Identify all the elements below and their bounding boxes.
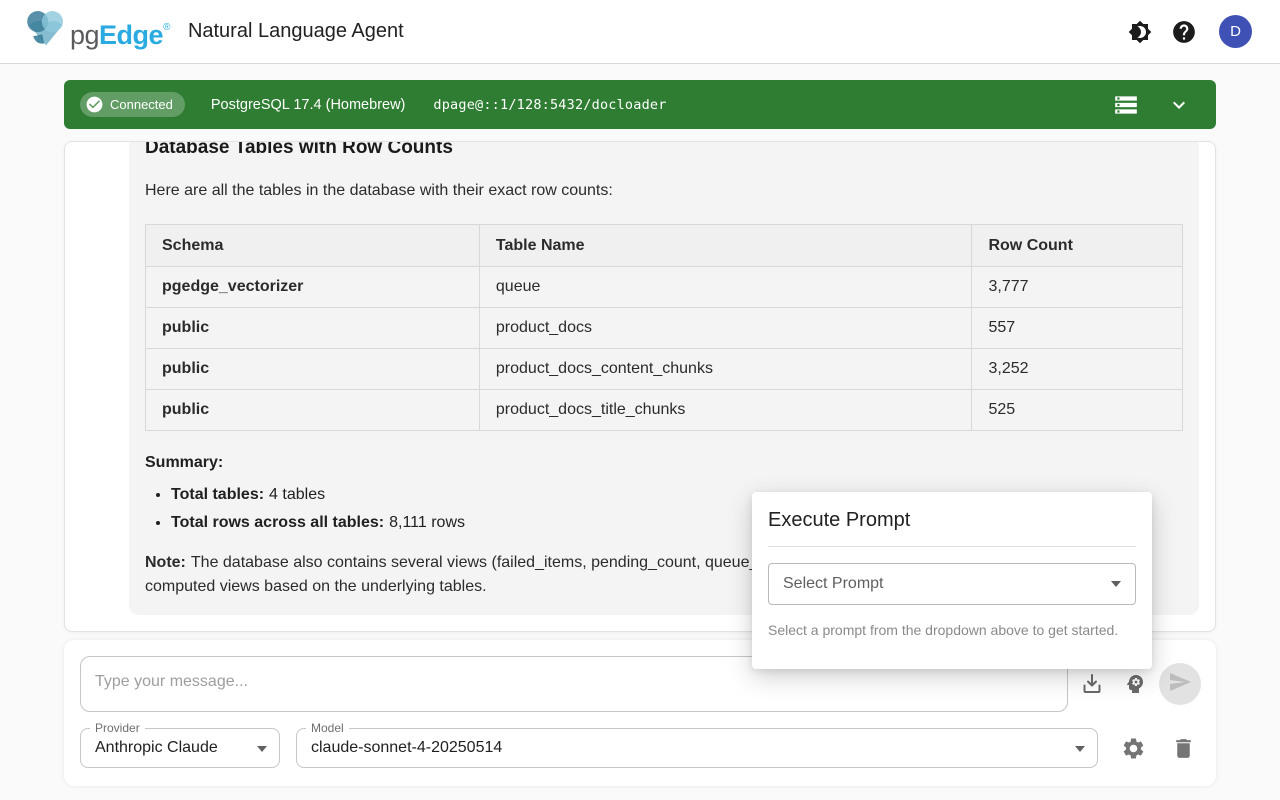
- chevron-down-icon[interactable]: [1167, 93, 1191, 117]
- send-button[interactable]: [1159, 663, 1201, 705]
- summary-heading: Summary:: [145, 451, 1183, 475]
- dark-mode-toggle-icon[interactable]: [1128, 20, 1152, 44]
- bullet-value: 4 tables: [269, 486, 325, 503]
- dropdown-caret-icon: [1075, 746, 1085, 752]
- col-header-table-name: Table Name: [479, 225, 972, 267]
- dropdown-caret-icon: [257, 746, 267, 752]
- avatar-initial: D: [1230, 23, 1241, 40]
- cell-row-count: 525: [972, 390, 1183, 431]
- table-row: public product_docs_content_chunks 3,252: [146, 349, 1183, 390]
- message-heading: Database Tables with Row Counts: [145, 141, 1183, 159]
- download-icon[interactable]: [1080, 672, 1104, 696]
- pgedge-heart-icon: [24, 8, 68, 48]
- cell-schema: public: [146, 308, 480, 349]
- user-avatar[interactable]: D: [1219, 15, 1252, 48]
- table-row: public product_docs_title_chunks 525: [146, 390, 1183, 431]
- model-value: claude-sonnet-4-20250514: [297, 729, 1097, 767]
- note-label: Note:: [145, 554, 186, 571]
- provider-select[interactable]: Provider Anthropic Claude: [80, 728, 280, 768]
- help-icon[interactable]: [1171, 19, 1197, 45]
- send-icon: [1168, 670, 1192, 699]
- cell-table-name: product_docs_title_chunks: [479, 390, 972, 431]
- wordmark-pg: pg: [70, 20, 99, 50]
- connection-bar[interactable]: Connected PostgreSQL 17.4 (Homebrew) dpa…: [64, 80, 1216, 129]
- server-version: PostgreSQL 17.4 (Homebrew): [211, 97, 406, 113]
- cell-row-count: 557: [972, 308, 1183, 349]
- connected-status-label: Connected: [110, 97, 173, 112]
- cell-schema: public: [146, 349, 480, 390]
- table-header-row: Schema Table Name Row Count: [146, 225, 1183, 267]
- storage-list-icon[interactable]: [1113, 92, 1139, 118]
- model-select[interactable]: Model claude-sonnet-4-20250514: [296, 728, 1098, 768]
- wordmark-edge: Edge: [99, 20, 163, 50]
- wordmark-registered: ®: [163, 22, 170, 33]
- pgedge-logo: pgEdge®: [24, 8, 170, 55]
- row-counts-table: Schema Table Name Row Count pgedge_vecto…: [145, 224, 1183, 431]
- execute-prompt-dialog: Execute Prompt Select Prompt Select a pr…: [752, 492, 1152, 669]
- cell-row-count: 3,777: [972, 267, 1183, 308]
- select-prompt-value: Select Prompt: [783, 575, 883, 593]
- app-header: pgEdge® Natural Language Agent D: [0, 0, 1280, 64]
- cell-row-count: 3,252: [972, 349, 1183, 390]
- page-title: Natural Language Agent: [188, 20, 404, 43]
- connection-string: dpage@::1/128:5432/docloader: [433, 97, 666, 113]
- bullet-label: Total tables:: [171, 486, 264, 503]
- provider-label: Provider: [90, 721, 145, 735]
- pgedge-wordmark: pgEdge®: [70, 8, 170, 55]
- dialog-title: Execute Prompt: [768, 508, 1136, 532]
- col-header-row-count: Row Count: [972, 225, 1183, 267]
- table-row: pgedge_vectorizer queue 3,777: [146, 267, 1183, 308]
- psychology-icon[interactable]: [1123, 672, 1147, 696]
- check-circle-icon: [85, 95, 104, 114]
- table-row: public product_docs 557: [146, 308, 1183, 349]
- app-window: pgEdge® Natural Language Agent D Connect…: [0, 0, 1280, 800]
- col-header-schema: Schema: [146, 225, 480, 267]
- select-prompt-dropdown[interactable]: Select Prompt: [768, 563, 1136, 605]
- dialog-divider: [768, 546, 1136, 547]
- settings-gear-icon[interactable]: [1121, 736, 1145, 760]
- bullet-label: Total rows across all tables:: [171, 514, 384, 531]
- model-label: Model: [306, 721, 349, 735]
- cell-table-name: product_docs: [479, 308, 972, 349]
- connected-status-badge: Connected: [80, 92, 185, 117]
- message-intro: Here are all the tables in the database …: [145, 179, 1183, 203]
- cell-table-name: product_docs_content_chunks: [479, 349, 972, 390]
- dropdown-caret-icon: [1111, 581, 1121, 587]
- trash-icon[interactable]: [1171, 736, 1195, 760]
- cell-schema: pgedge_vectorizer: [146, 267, 480, 308]
- cell-schema: public: [146, 390, 480, 431]
- dialog-helper-text: Select a prompt from the dropdown above …: [768, 622, 1136, 638]
- bullet-value: 8,111 rows: [389, 514, 465, 531]
- cell-table-name: queue: [479, 267, 972, 308]
